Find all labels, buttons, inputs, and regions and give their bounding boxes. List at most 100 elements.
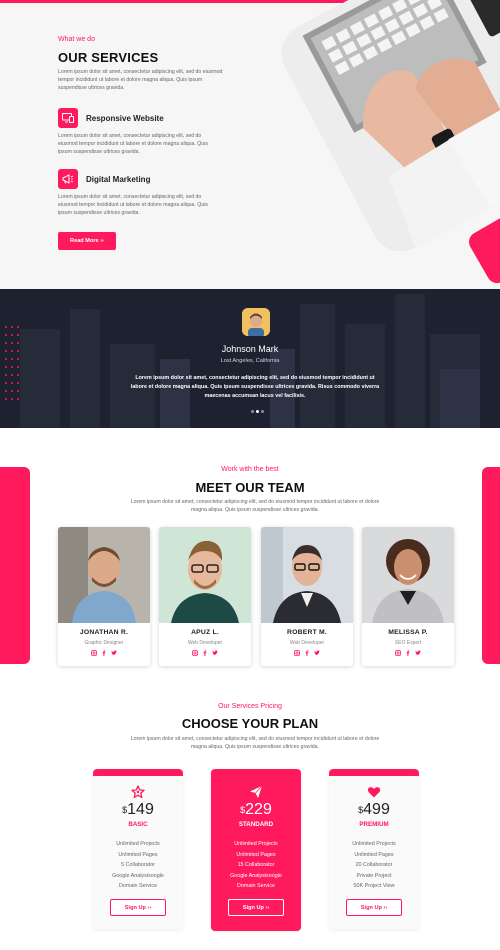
- plan-name: BASIC: [128, 821, 148, 828]
- responsive-devices-icon: [58, 108, 78, 128]
- paper-plane-icon: [248, 784, 264, 800]
- team-member-card: APUZ L. Web Developer: [159, 527, 251, 666]
- carousel-dot[interactable]: [251, 410, 254, 413]
- member-name: APUZ L.: [191, 629, 219, 636]
- service-title-marketing: Digital Marketing: [86, 175, 151, 184]
- facebook-icon[interactable]: [304, 650, 310, 656]
- facebook-icon[interactable]: [202, 650, 208, 656]
- member-role: Web Developer: [187, 640, 223, 646]
- plan-feature: Domain Service: [118, 883, 158, 890]
- pricing-card-standard: $229 STANDARD Unlimited Projects Unlimit…: [211, 769, 301, 931]
- testimonial-section: Johnson Mark Lost Angeles, California Lo…: [0, 289, 500, 428]
- decorative-dot-grid: [5, 326, 19, 400]
- plan-feature: 50K Project View: [353, 883, 395, 890]
- testimonial-name: Johnson Mark: [221, 344, 279, 354]
- plan-feature: Domain Service: [236, 883, 276, 890]
- team-member-card: MELISSA P. SEO Expert: [362, 527, 454, 666]
- services-title: OUR SERVICES: [58, 50, 159, 65]
- team-section: Work with the best MEET OUR TEAM Lorem i…: [0, 428, 500, 680]
- carousel-dots: [251, 410, 264, 413]
- carousel-dot[interactable]: [261, 410, 264, 413]
- star-icon: [130, 784, 146, 800]
- signup-button-basic[interactable]: Sign Up ››: [110, 899, 166, 916]
- pricing-section: Our Services Pricing CHOOSE YOUR PLAN Lo…: [0, 680, 500, 950]
- plan-feature: Unlimited Projects: [116, 841, 160, 847]
- pricing-card-basic: $149 BASIC Unlimited Projects Unlimited …: [93, 769, 183, 929]
- laptop-workspace-image: [271, 0, 500, 262]
- member-role: Web Developer: [289, 640, 325, 646]
- member-photo: [362, 527, 454, 623]
- decorative-pink-bar-right: [482, 467, 500, 664]
- member-photo: [159, 527, 251, 623]
- megaphone-icon: [58, 169, 78, 189]
- signup-button-premium[interactable]: Sign Up ››: [346, 899, 402, 916]
- member-role: SEO Expert: [394, 640, 422, 646]
- facebook-icon[interactable]: [101, 650, 107, 656]
- plan-feature: 5 Collaborator: [121, 862, 155, 869]
- plan-feature-list: Unlimited Projects Unlimited Pages 5 Col…: [93, 839, 183, 892]
- plan-feature: Unlimited Projects: [352, 841, 396, 847]
- plan-feature-list: Unlimited Projects Unlimited Pages 20 Co…: [329, 839, 419, 892]
- testimonial-avatar: [242, 308, 270, 336]
- read-more-button[interactable]: Read More ››: [58, 232, 116, 250]
- plan-feature: 15 Collaborator: [237, 862, 275, 869]
- twitter-icon[interactable]: [111, 650, 117, 656]
- twitter-icon[interactable]: [212, 650, 218, 656]
- instagram-icon[interactable]: [395, 650, 401, 656]
- plan-feature: Unlimited Projects: [234, 841, 278, 847]
- twitter-icon[interactable]: [314, 650, 320, 656]
- member-social-links: [261, 650, 353, 656]
- member-photo: [58, 527, 150, 623]
- member-name: MELISSA P.: [388, 629, 428, 636]
- team-title: MEET OUR TEAM: [195, 480, 305, 495]
- plan-feature: Google Analysisoogle: [230, 872, 282, 879]
- pricing-intro: Lorem ipsum dolor sit amet, consectetur …: [130, 736, 380, 750]
- decorative-pink-bar-left: [0, 467, 30, 664]
- plan-feature: Unlimited Pages: [118, 851, 158, 858]
- facebook-icon[interactable]: [405, 650, 411, 656]
- plan-feature: Private Project: [356, 872, 392, 879]
- services-intro: Lorem ipsum dolor sit amet, consectetur …: [58, 69, 223, 91]
- signup-button-standard[interactable]: Sign Up ››: [228, 899, 284, 916]
- plan-accent-bar: [93, 769, 183, 776]
- team-member-card: JONATHAN R. Graphic Designer: [58, 527, 150, 666]
- services-section: What we do OUR SERVICES Lorem ipsum dolo…: [0, 0, 500, 289]
- team-intro: Lorem ipsum dolor sit amet, consectetur …: [130, 499, 380, 513]
- instagram-icon[interactable]: [192, 650, 198, 656]
- plan-feature: Google Analysisoogle: [112, 872, 164, 879]
- plan-accent-bar: [329, 769, 419, 776]
- plan-feature: Unlimited Pages: [236, 851, 276, 858]
- plan-feature: Unlimited Pages: [354, 851, 394, 858]
- testimonial-quote: Lorem ipsum dolor sit amet, consectetur …: [130, 375, 380, 399]
- twitter-icon[interactable]: [415, 650, 421, 656]
- instagram-icon[interactable]: [91, 650, 97, 656]
- plan-price: $499: [358, 801, 390, 818]
- services-eyebrow: What we do: [58, 36, 95, 43]
- member-social-links: [159, 650, 251, 656]
- pricing-eyebrow: Our Services Pricing: [218, 703, 282, 710]
- instagram-icon[interactable]: [294, 650, 300, 656]
- member-role: Graphic Designer: [84, 640, 124, 646]
- team-member-card: ROBERT M. Web Developer: [261, 527, 353, 666]
- member-name: JONATHAN R.: [79, 629, 129, 636]
- plan-feature-list: Unlimited Projects Unlimited Pages 15 Co…: [211, 839, 301, 892]
- plan-name: PREMIUM: [359, 821, 389, 828]
- service-text-responsive: Lorem ipsum dolor sit amet, consectetur …: [58, 133, 208, 155]
- pricing-title: CHOOSE YOUR PLAN: [181, 716, 319, 731]
- testimonial-location: Lost Angeles, California: [220, 358, 280, 364]
- decorative-pink-shape: [465, 213, 500, 287]
- pricing-card-premium: $499 PREMIUM Unlimited Projects Unlimite…: [329, 769, 419, 929]
- member-social-links: [58, 650, 150, 656]
- team-eyebrow: Work with the best: [221, 466, 279, 473]
- plan-price: $229: [240, 801, 272, 818]
- member-photo: [261, 527, 353, 623]
- plan-feature: 20 Collaborator: [355, 862, 393, 869]
- heart-icon: [366, 784, 382, 800]
- service-text-marketing: Lorem ipsum dolor sit amet, consectetur …: [58, 194, 208, 216]
- plan-price: $149: [122, 801, 154, 818]
- member-social-links: [362, 650, 454, 656]
- service-title-responsive: Responsive Website: [86, 114, 164, 123]
- member-name: ROBERT M.: [287, 629, 327, 636]
- carousel-dot-active[interactable]: [256, 410, 259, 413]
- plan-name: STANDARD: [238, 821, 274, 828]
